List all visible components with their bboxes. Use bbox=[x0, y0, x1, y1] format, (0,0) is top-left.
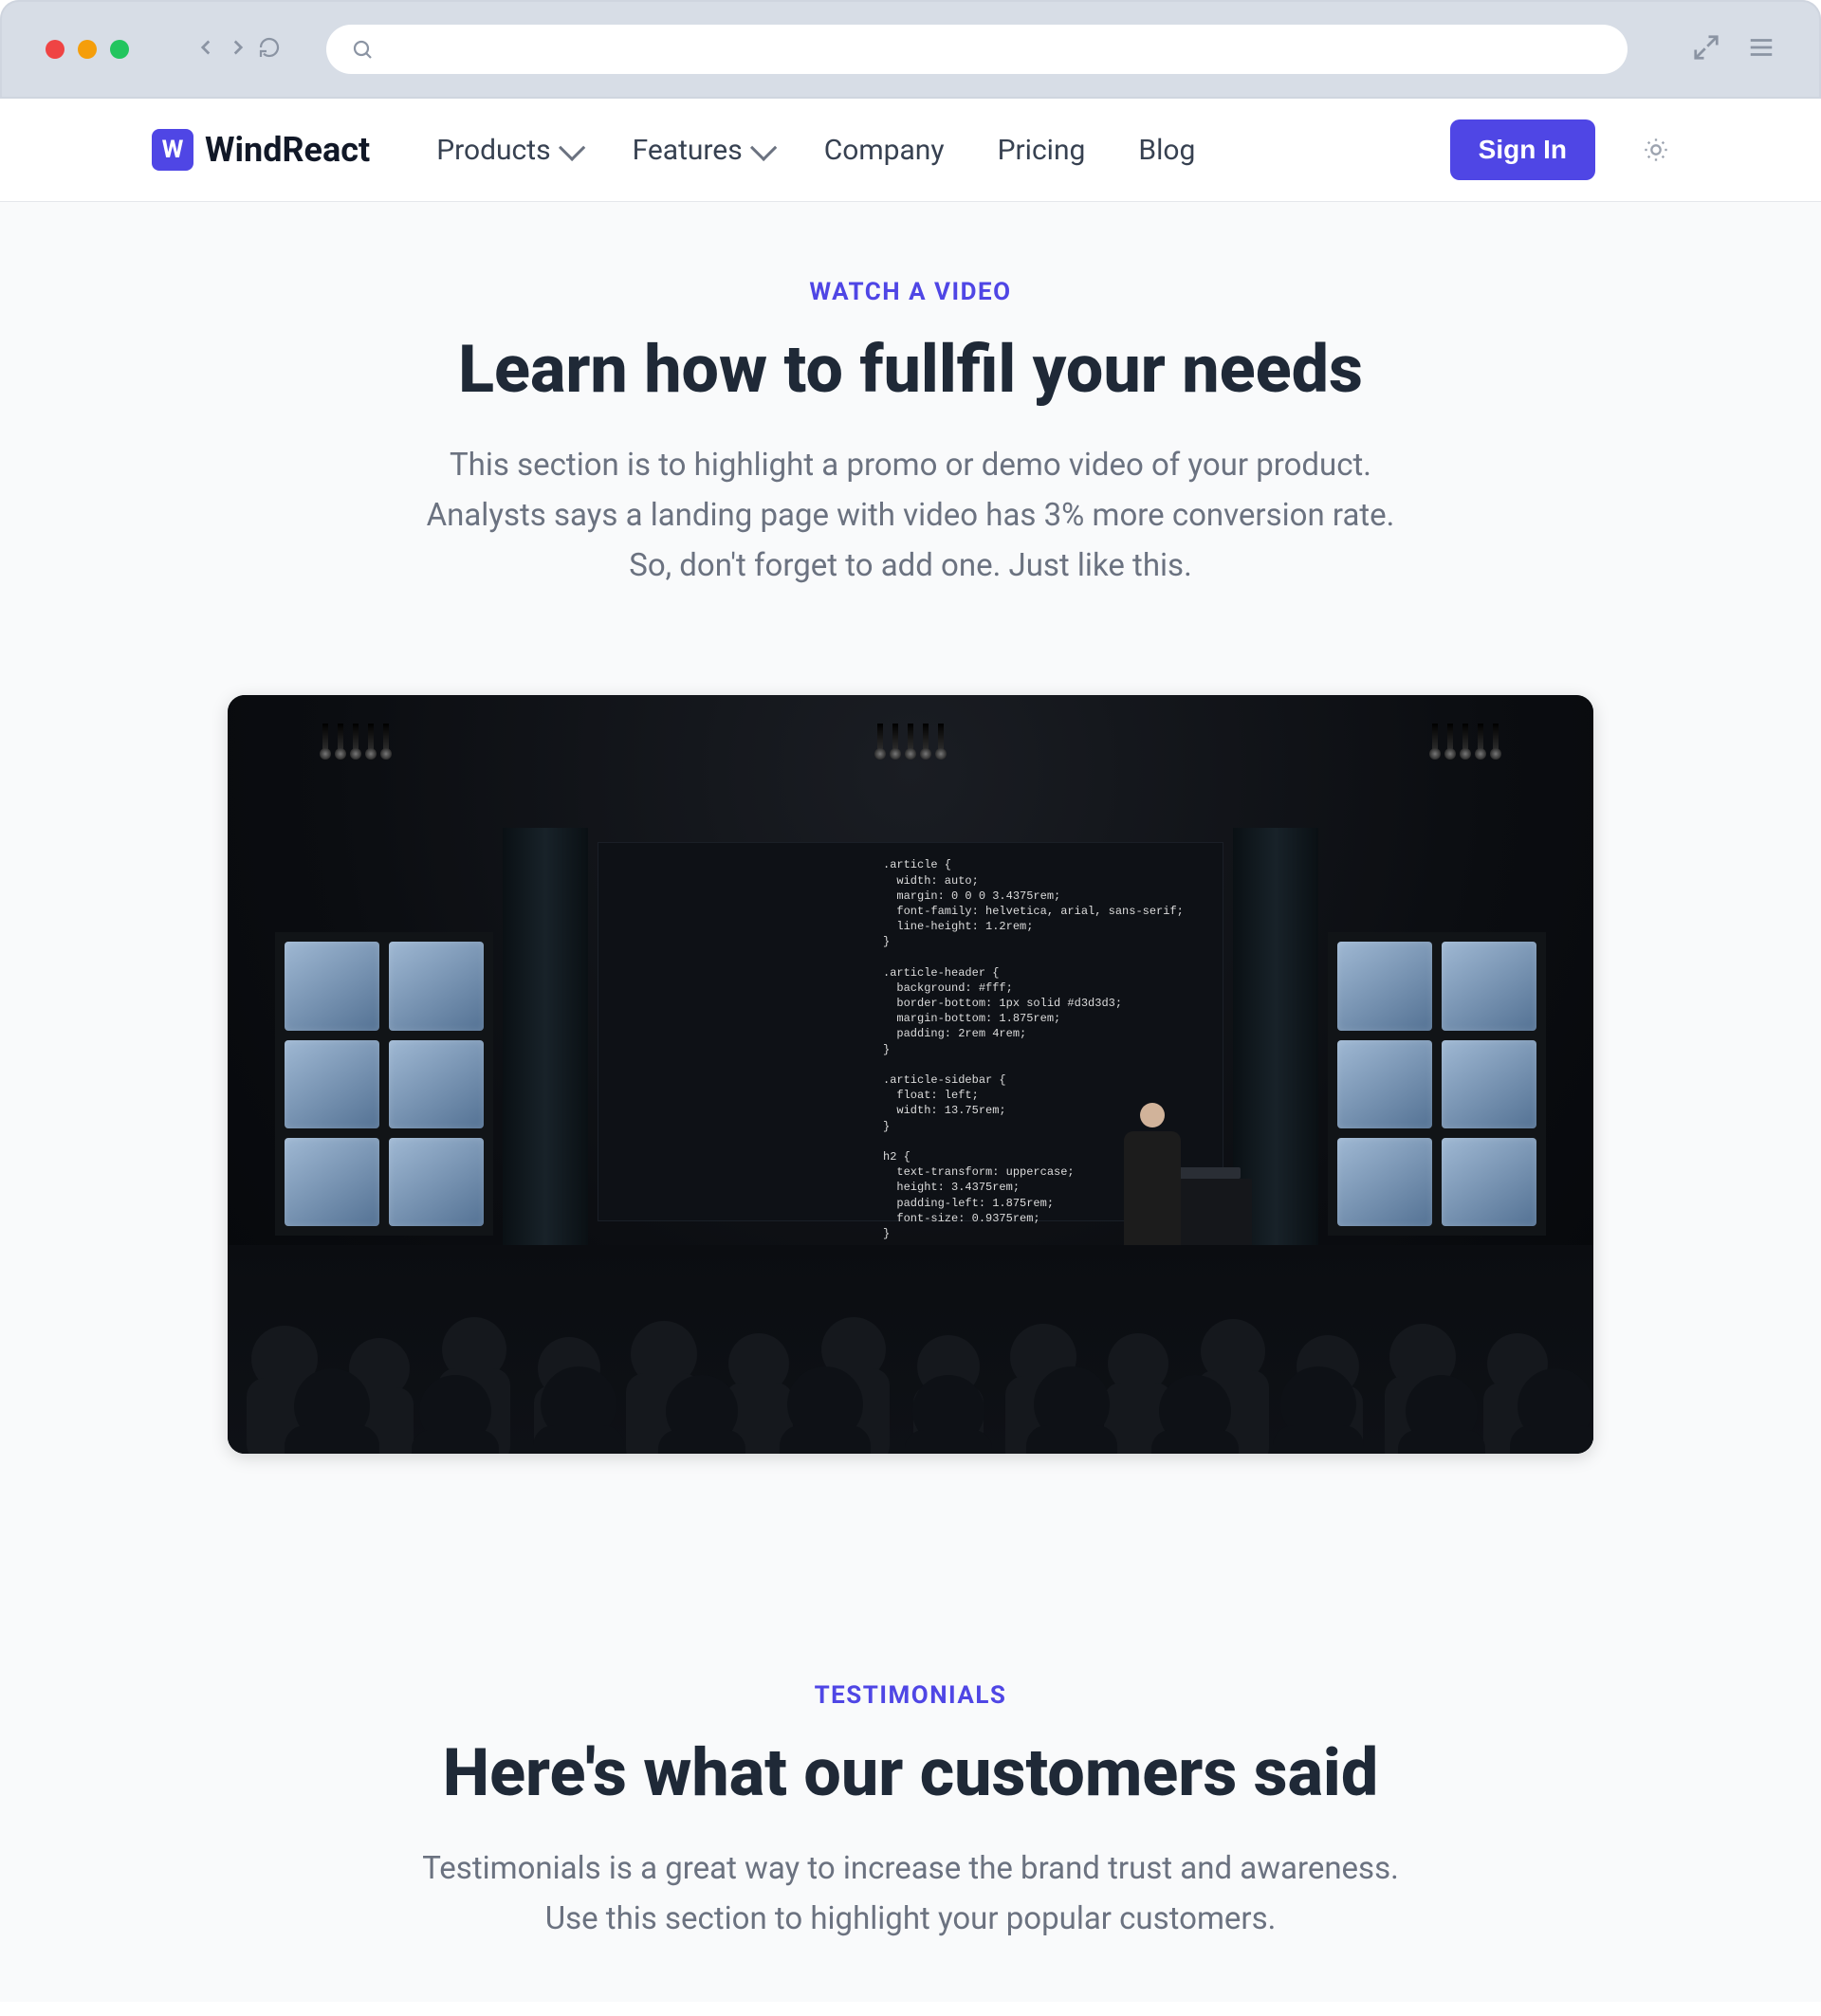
nav-pricing[interactable]: Pricing bbox=[998, 134, 1086, 167]
video-desc-line2: Analysts says a landing page with video … bbox=[427, 497, 1395, 534]
chevron-down-icon bbox=[559, 135, 585, 161]
logo-mark: W bbox=[152, 129, 193, 171]
minimize-window-icon[interactable] bbox=[78, 40, 97, 59]
main-nav: Products Features Company Pricing Blog bbox=[436, 134, 1195, 167]
menu-icon[interactable] bbox=[1747, 33, 1775, 65]
browser-nav bbox=[193, 35, 281, 64]
video-description: This section is to highlight a promo or … bbox=[351, 441, 1470, 591]
testimonials-description: Testimonials is a great way to increase … bbox=[351, 1844, 1470, 1945]
nav-products-label: Products bbox=[436, 134, 550, 167]
testimonials-section: TESTIMONIALS Here's what our customers s… bbox=[0, 1454, 1821, 1945]
search-icon bbox=[351, 38, 374, 61]
nav-products[interactable]: Products bbox=[436, 134, 579, 167]
browser-chrome bbox=[0, 0, 1821, 99]
nav-features-label: Features bbox=[633, 134, 743, 167]
video-desc-line3: So, don't forget to add one. Just like t… bbox=[629, 547, 1192, 584]
nav-blog[interactable]: Blog bbox=[1138, 134, 1195, 167]
promo-video[interactable]: .article { width: auto; margin: 0 0 0 3.… bbox=[228, 695, 1593, 1454]
video-section: WATCH A VIDEO Learn how to fullfil your … bbox=[0, 202, 1821, 1454]
chevron-down-icon bbox=[750, 135, 777, 161]
nav-company[interactable]: Company bbox=[824, 134, 945, 167]
page-content: W WindReact Products Features Company Pr… bbox=[0, 99, 1821, 2002]
sun-icon bbox=[1643, 137, 1669, 163]
window-controls bbox=[46, 40, 129, 59]
url-bar[interactable] bbox=[326, 25, 1628, 74]
video-title: Learn how to fullfil your needs bbox=[0, 331, 1821, 409]
testimonials-desc-line2: Use this section to highlight your popul… bbox=[545, 1900, 1277, 1937]
back-button[interactable] bbox=[193, 35, 218, 64]
testimonials-title: Here's what our customers said bbox=[0, 1734, 1821, 1812]
sign-in-button[interactable]: Sign In bbox=[1450, 119, 1595, 180]
testimonials-eyebrow: TESTIMONIALS bbox=[0, 1681, 1821, 1710]
reload-button[interactable] bbox=[258, 36, 281, 63]
brand-name: WindReact bbox=[205, 130, 370, 170]
nav-features[interactable]: Features bbox=[633, 134, 771, 167]
maximize-window-icon[interactable] bbox=[110, 40, 129, 59]
testimonials-desc-line1: Testimonials is a great way to increase … bbox=[422, 1850, 1399, 1887]
video-desc-line1: This section is to highlight a promo or … bbox=[450, 447, 1371, 484]
expand-icon[interactable] bbox=[1692, 33, 1720, 65]
site-header: W WindReact Products Features Company Pr… bbox=[0, 99, 1821, 202]
forward-button[interactable] bbox=[226, 35, 250, 64]
brand-logo[interactable]: W WindReact bbox=[152, 129, 370, 171]
video-eyebrow: WATCH A VIDEO bbox=[0, 278, 1821, 306]
theme-toggle[interactable] bbox=[1643, 137, 1669, 163]
close-window-icon[interactable] bbox=[46, 40, 64, 59]
video-still: .article { width: auto; margin: 0 0 0 3.… bbox=[228, 695, 1593, 1454]
